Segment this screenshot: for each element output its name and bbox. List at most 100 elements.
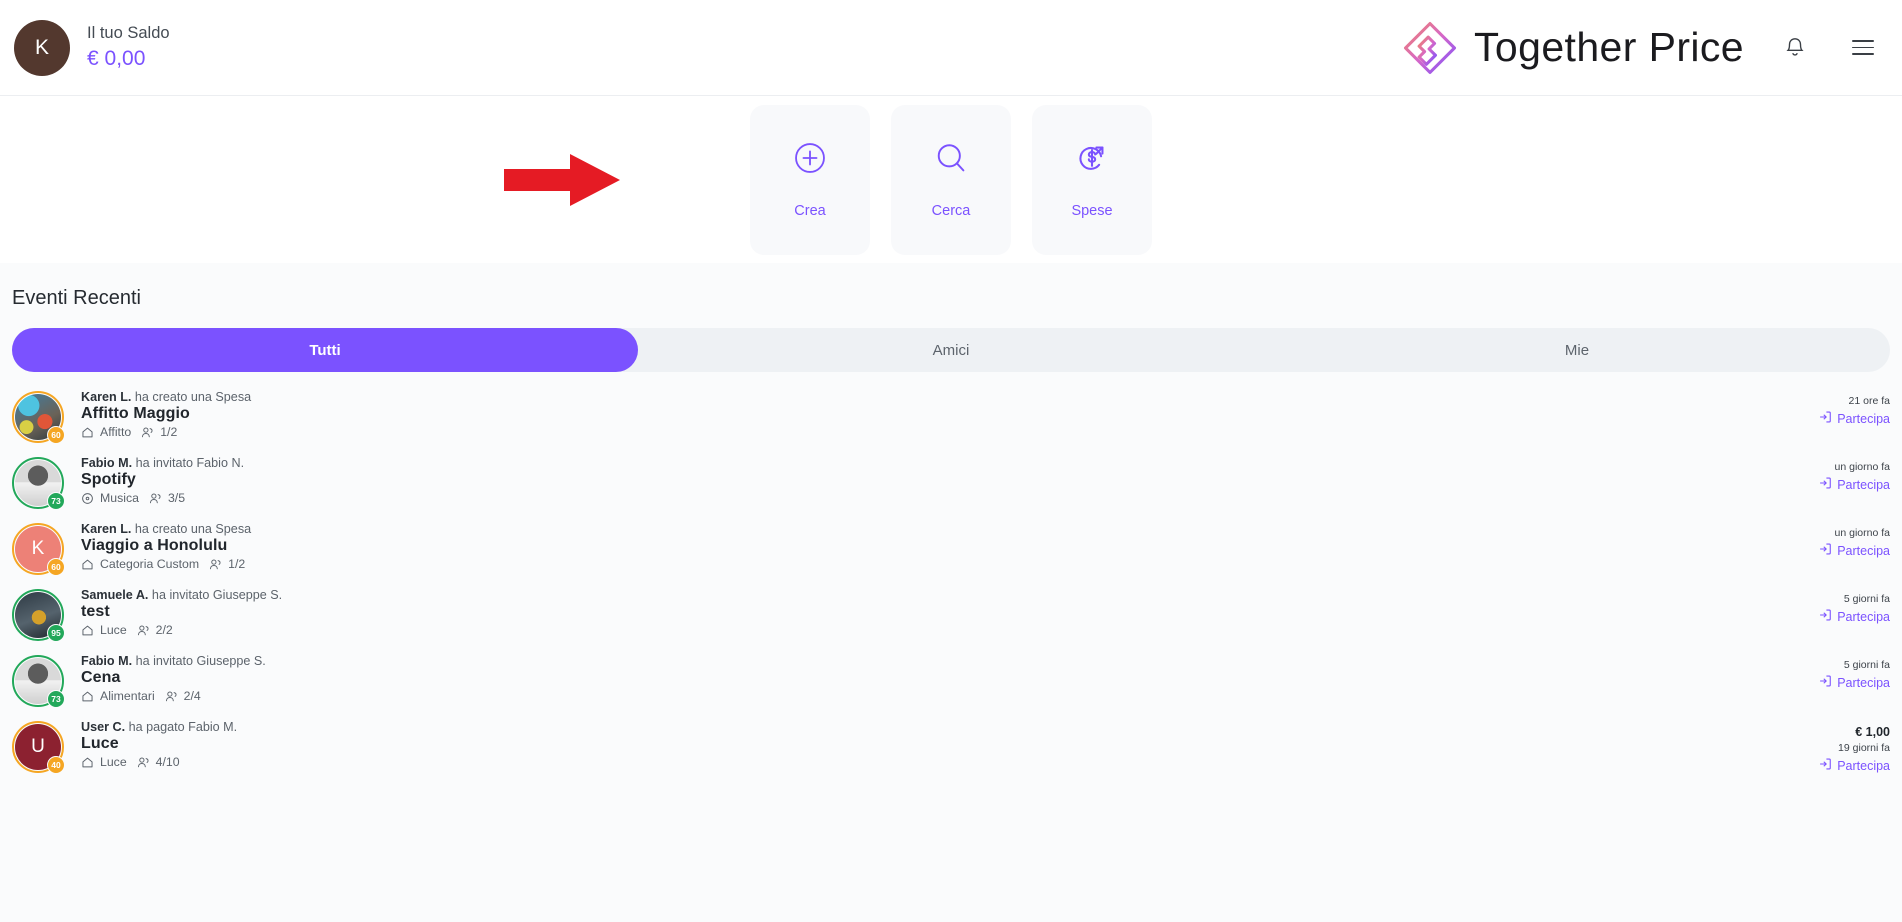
join-icon [1818, 476, 1832, 493]
join-label: Partecipa [1837, 609, 1890, 624]
event-row[interactable]: U 40 User C. ha pagato Fabio M. Luce Luce 4/1… [0, 712, 1902, 778]
join-label: Partecipa [1837, 543, 1890, 558]
events-tabs: Tutti Amici Mie [12, 328, 1890, 372]
action-card-crea[interactable]: Crea [750, 104, 870, 255]
event-row[interactable]: 60 Karen L. ha creato una Spesa Affitto Ma… [0, 382, 1902, 448]
event-title: Affitto Maggio [81, 405, 190, 422]
category-icon [81, 558, 94, 571]
event-avatar[interactable]: 73 [12, 655, 65, 708]
event-row[interactable]: 95 Samuele A. ha invitato Giuseppe S. test… [0, 580, 1902, 646]
join-label: Partecipa [1837, 758, 1890, 773]
event-avatar[interactable]: 60 [12, 391, 65, 444]
action-label-spese: Spese [1071, 202, 1113, 219]
join-label: Partecipa [1837, 477, 1890, 492]
people-icon [137, 756, 150, 769]
avatar-score-badge: 40 [47, 756, 65, 774]
event-avatar[interactable]: 73 [12, 457, 65, 510]
event-time: un giorno fa [1834, 527, 1890, 539]
people-icon [165, 690, 178, 703]
join-button[interactable]: Partecipa [1818, 757, 1890, 774]
join-icon [1818, 542, 1832, 559]
category-icon [81, 624, 94, 637]
event-meta: Alimentari 2/4 [81, 689, 266, 703]
event-time: 5 giorni fa [1843, 659, 1890, 671]
tab-mie[interactable]: Mie [1264, 328, 1890, 372]
event-avatar[interactable]: U 40 [12, 721, 65, 774]
avatar-score-badge: 60 [47, 558, 65, 576]
event-title: Luce [81, 735, 119, 752]
event-members: 4/10 [155, 755, 180, 769]
event-actor-line: User C. ha pagato Fabio M. [81, 720, 238, 734]
event-title: Viaggio a Honolulu [81, 537, 228, 554]
event-title: test [81, 603, 110, 620]
event-time: 19 giorni fa [1838, 742, 1890, 754]
join-icon [1818, 410, 1832, 427]
action-label-crea: Crea [794, 202, 826, 219]
avatar-score-badge: 95 [47, 624, 65, 642]
event-actor-line: Samuele A. ha invitato Giuseppe S. [81, 588, 283, 602]
join-button[interactable]: Partecipa [1818, 674, 1890, 691]
user-avatar[interactable]: K [14, 19, 70, 76]
plus-circle-icon [795, 142, 825, 173]
event-category: Affitto [100, 425, 132, 439]
recent-events-section: Eventi Recenti Tutti Amici Mie 60 Karen L… [0, 263, 1902, 922]
people-icon [149, 492, 162, 505]
hamburger-icon[interactable] [1846, 31, 1880, 65]
dollar-refresh-arrow-icon [1079, 146, 1104, 170]
event-category: Musica [100, 491, 139, 505]
join-icon [1818, 608, 1832, 625]
event-row[interactable]: K 60 Karen L. ha creato una Spesa Viaggio a… [0, 514, 1902, 580]
annotation-arrow-icon [504, 154, 620, 206]
event-meta: Categoria Custom 1/2 [81, 557, 251, 571]
join-button[interactable]: Partecipa [1818, 542, 1890, 559]
tab-tutti[interactable]: Tutti [12, 328, 638, 372]
join-button[interactable]: Partecipa [1818, 608, 1890, 625]
search-icon [937, 143, 965, 171]
event-time: un giorno fa [1834, 461, 1890, 473]
category-icon [81, 426, 94, 439]
brand-name: Together Price [1474, 24, 1744, 70]
event-members: 1/2 [160, 425, 178, 439]
avatar-score-badge: 73 [47, 492, 65, 510]
join-button[interactable]: Partecipa [1818, 410, 1890, 427]
events-list: 60 Karen L. ha creato una Spesa Affitto Ma… [0, 382, 1902, 778]
category-icon [81, 492, 94, 505]
join-icon [1818, 674, 1832, 691]
event-members: 2/2 [155, 623, 173, 637]
event-title: Spotify [81, 471, 136, 488]
event-row[interactable]: 73 Fabio M. ha invitato Giuseppe S. Cena Al… [0, 646, 1902, 712]
join-label: Partecipa [1837, 675, 1890, 690]
people-icon [209, 558, 222, 571]
event-meta: Luce 4/10 [81, 755, 237, 769]
category-icon [81, 756, 94, 769]
tab-amici[interactable]: Amici [638, 328, 1264, 372]
event-title: Cena [81, 669, 121, 686]
event-row[interactable]: 73 Fabio M. ha invitato Fabio N. Spotify Mu… [0, 448, 1902, 514]
event-time: 21 ore fa [1848, 395, 1890, 407]
event-category: Alimentari [100, 689, 155, 703]
balance-label: Il tuo Saldo [87, 24, 170, 43]
together-price-logo-icon [1404, 21, 1457, 74]
balance-amount: € 0,00 [87, 47, 146, 71]
quick-actions: Crea Cerca Spese [0, 96, 1902, 263]
event-actor-line: Karen L. ha creato una Spesa [81, 522, 252, 536]
event-actor-line: Fabio M. ha invitato Giuseppe S. [81, 654, 266, 668]
event-meta: Musica 3/5 [81, 491, 244, 505]
join-button[interactable]: Partecipa [1818, 476, 1890, 493]
event-meta: Affitto 1/2 [81, 425, 251, 439]
action-card-cerca[interactable]: Cerca [891, 104, 1011, 255]
avatar-score-badge: 73 [47, 690, 65, 708]
action-card-spese[interactable]: Spese [1032, 104, 1152, 255]
event-avatar[interactable]: 95 [12, 589, 65, 642]
event-amount: € 1,00 [1855, 725, 1890, 739]
action-label-cerca: Cerca [931, 202, 971, 219]
join-label: Partecipa [1837, 411, 1890, 426]
bell-icon[interactable] [1778, 31, 1812, 65]
category-icon [81, 690, 94, 703]
event-category: Luce [100, 623, 127, 637]
section-title: Eventi Recenti [12, 287, 141, 309]
event-avatar[interactable]: K 60 [12, 523, 65, 576]
brand-logo[interactable]: Together Price [1401, 19, 1744, 77]
avatar-score-badge: 60 [47, 426, 65, 444]
event-category: Categoria Custom [100, 557, 200, 571]
